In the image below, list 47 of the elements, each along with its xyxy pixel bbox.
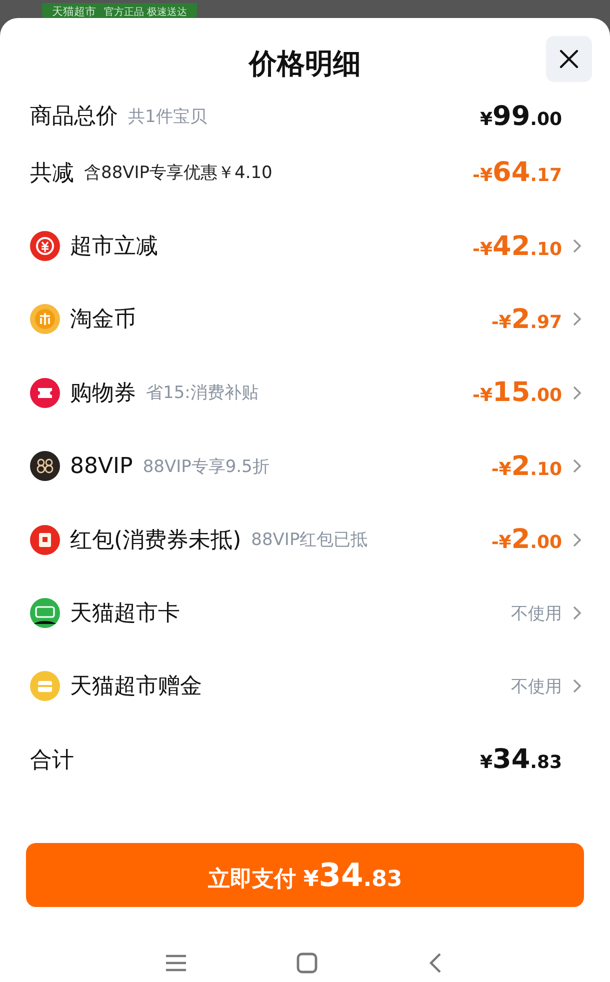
chevron-icon[interactable] — [572, 311, 582, 328]
row-label: 淘金币 — [70, 306, 136, 334]
row-note: 含88VIP专享优惠￥4.10 — [84, 162, 272, 184]
chevron-icon[interactable] — [572, 384, 582, 401]
row-label: 商品总价 — [30, 103, 118, 131]
row-label: 超市立减 — [70, 233, 158, 262]
close-icon — [558, 48, 580, 70]
amount: ¥99.00 — [480, 100, 562, 132]
store-card-icon — [30, 598, 60, 628]
home-icon[interactable] — [294, 950, 319, 975]
envelope-icon — [30, 524, 60, 555]
gift-icon — [30, 671, 60, 702]
row-label: 购物券 — [70, 380, 136, 408]
menu-icon[interactable] — [164, 952, 188, 973]
chevron-icon[interactable] — [572, 678, 582, 694]
row-label: 红包(消费券未抵) — [70, 526, 242, 555]
row-label: 天猫超市赠金 — [70, 673, 202, 702]
coin-icon — [30, 304, 60, 334]
row-label: 天猫超市卡 — [70, 600, 180, 628]
chevron-icon[interactable] — [572, 605, 582, 622]
chevron-icon[interactable] — [572, 238, 582, 254]
close-button[interactable] — [546, 36, 592, 82]
badge-title: 天猫超市 — [52, 4, 96, 18]
yuan-coupon-icon — [30, 231, 60, 262]
row-label: 88VIP — [70, 454, 133, 479]
amount: -¥15.00 — [472, 377, 562, 408]
status-text: 不使用 — [511, 676, 562, 698]
amount: -¥2.10 — [491, 450, 562, 482]
amount: -¥2.00 — [491, 524, 562, 556]
chevron-icon[interactable] — [572, 458, 582, 474]
ticket-icon — [30, 378, 60, 408]
status-text: 不使用 — [511, 602, 562, 625]
row-label: 共减 — [30, 160, 74, 188]
row-note: 省15:消费补贴 — [146, 382, 258, 404]
amount: -¥64.17 — [472, 157, 562, 188]
amount: -¥42.10 — [472, 230, 562, 262]
row-label: 合计 — [30, 746, 74, 775]
amount: ¥34.83 — [480, 744, 562, 776]
pay-now-button[interactable]: 立即支付 ¥34.83 — [26, 842, 584, 907]
badge-text: 官方正品 极速送达 — [104, 6, 188, 18]
chevron-icon[interactable] — [572, 532, 582, 548]
row-note: 共1件宝贝 — [128, 106, 207, 128]
sheet-title: 价格明细 — [249, 46, 361, 82]
row-note: 88VIP红包已抵 — [251, 529, 368, 552]
amount: -¥2.97 — [491, 304, 562, 335]
vip-badge-icon — [30, 451, 60, 482]
row-note: 88VIP专享9.5折 — [142, 456, 270, 478]
